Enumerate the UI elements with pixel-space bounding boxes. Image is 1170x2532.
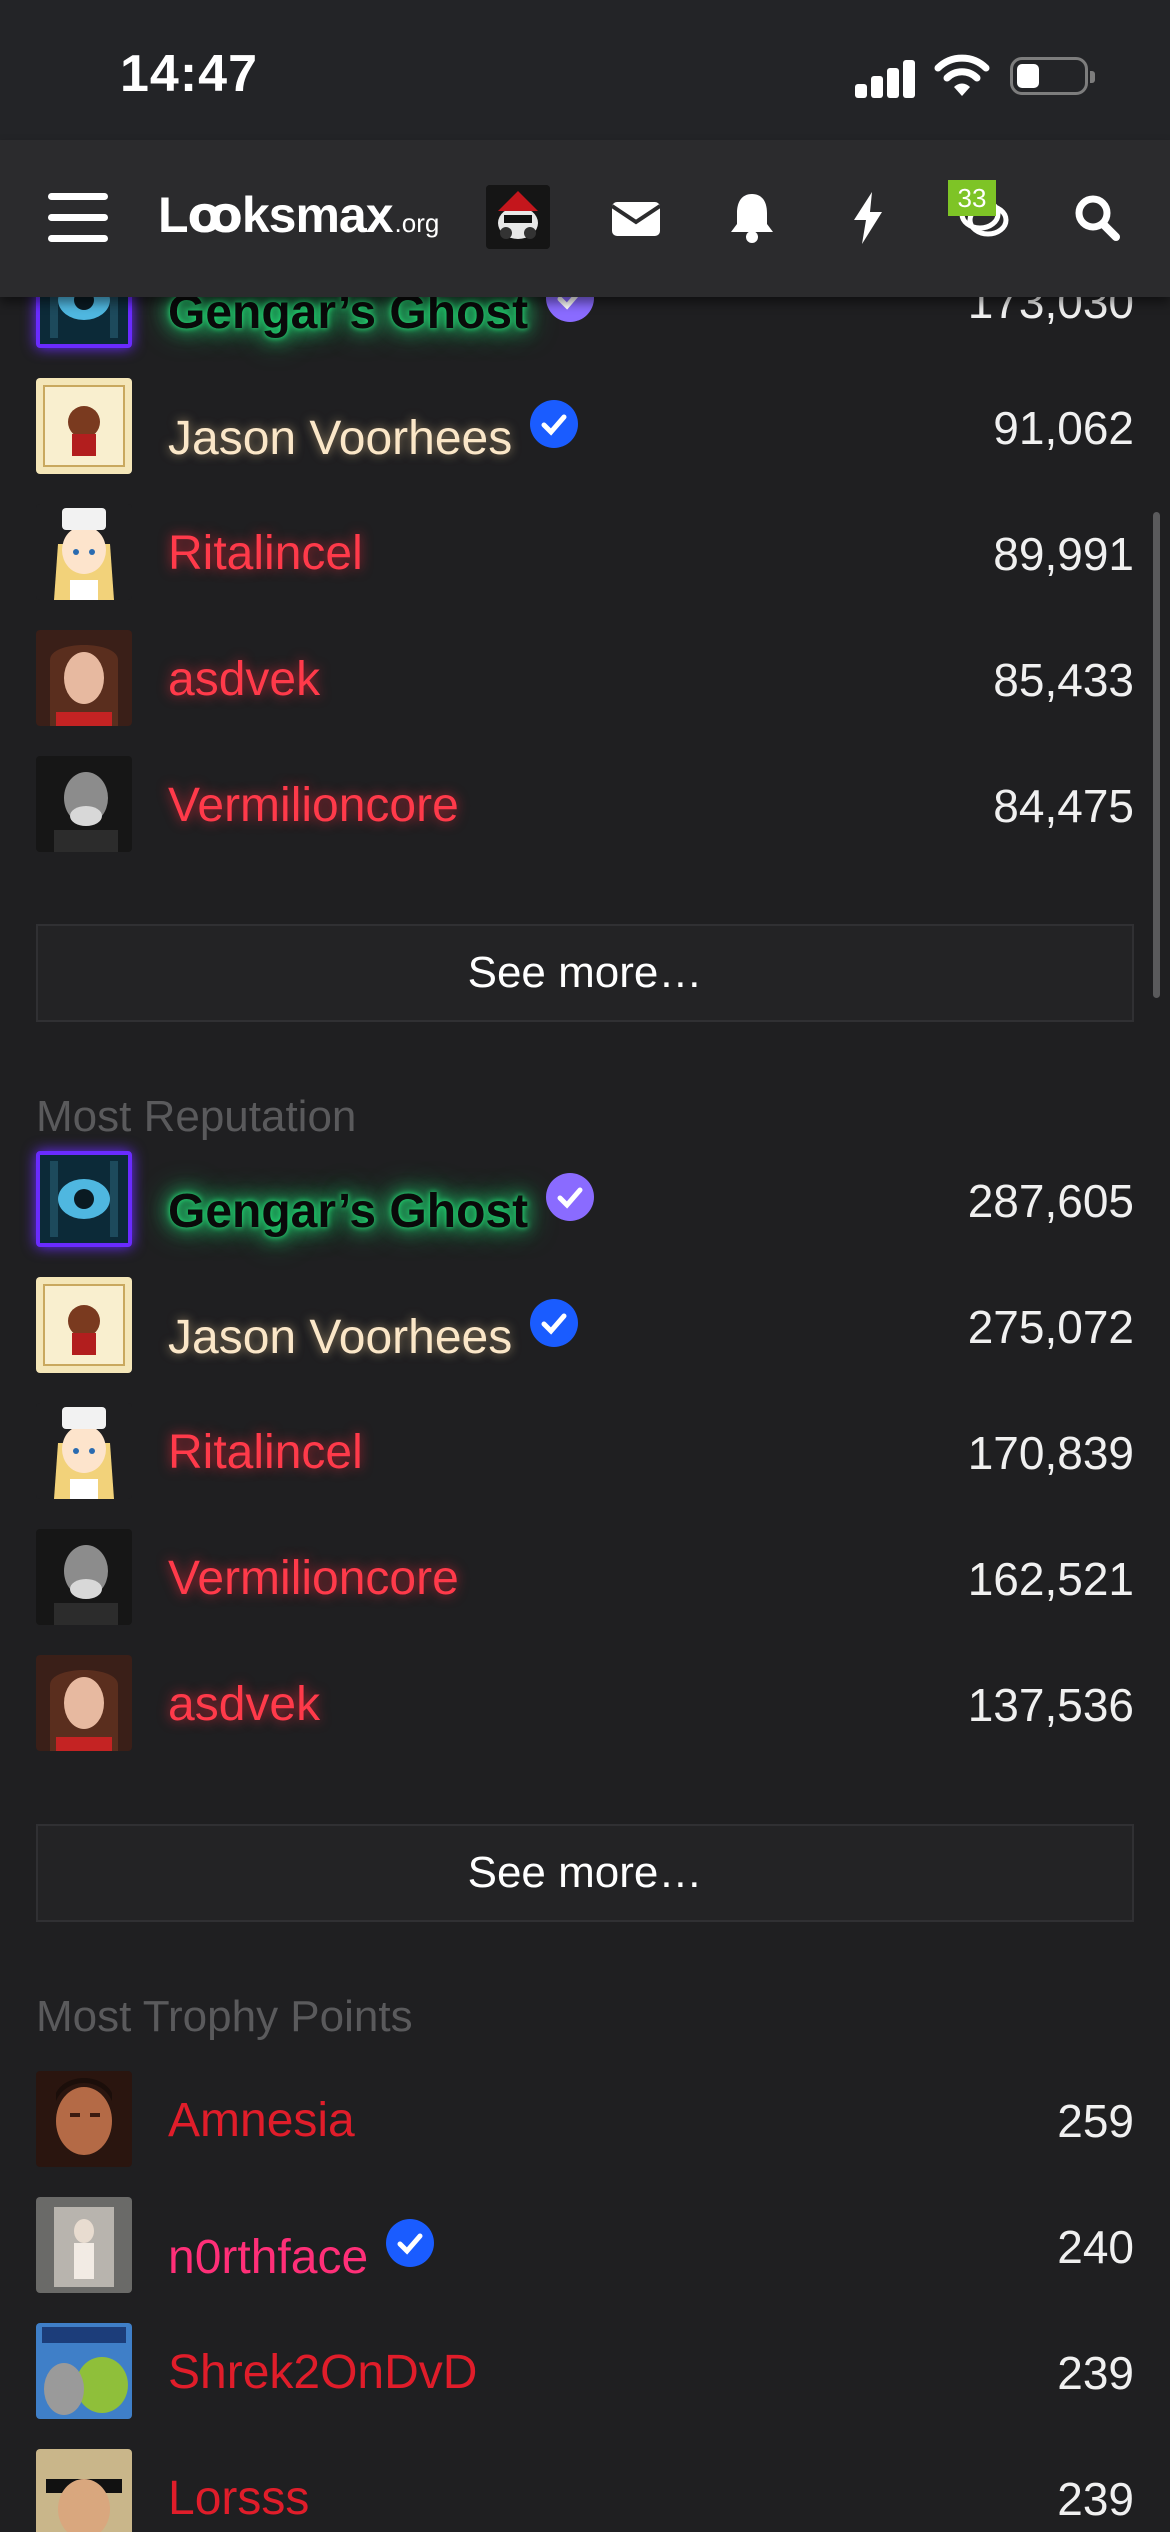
see-more-button[interactable]: See more… [36,924,1134,1022]
site-logo[interactable]: Lꝏksmax.org [158,186,439,250]
username-text: asdvek [168,1678,321,1731]
wifi-icon [934,52,990,98]
username-text: Ritalincel [168,1426,363,1479]
list-item[interactable]: Lorsss 239 [36,2431,1134,2532]
username[interactable]: Jason Voorhees [168,1299,579,1366]
avatar[interactable] [36,630,132,726]
username[interactable]: asdvek [168,652,320,708]
score: 170,839 [967,1427,1134,1479]
score: 239 [1057,2347,1134,2399]
list-item[interactable]: Ritalincel 170,839 [36,1385,1134,1511]
logo-text: Lꝏksmax [158,187,394,243]
verified-badge-icon [530,1299,579,1347]
list-item[interactable]: Vermilioncore 84,475 [36,738,1134,864]
username-text: Vermilioncore [168,1552,459,1605]
username-text: Amnesia [168,2094,355,2147]
account-avatar[interactable] [486,185,550,249]
username[interactable]: Lorsss [168,2471,309,2527]
score: 91,062 [993,402,1134,454]
avatar[interactable] [36,1529,132,1625]
status-time: 14:47 [120,45,258,103]
verified-badge-icon [546,1173,595,1221]
list-item[interactable]: Jason Voorhees 275,072 [36,1259,1134,1385]
score: 259 [1057,2095,1134,2147]
username[interactable]: Jason Voorhees [168,400,579,467]
username-text: Jason Voorhees [168,1311,513,1364]
status-bar: 14:47 [0,0,1170,140]
top-navbar: Lꝏksmax.org 33 [0,140,1170,297]
avatar[interactable] [36,1655,132,1751]
list-item[interactable]: n0rthface 240 [36,2179,1134,2305]
username[interactable]: Amnesia [168,2093,355,2149]
avatar[interactable] [36,1151,132,1247]
list-item[interactable]: Gengar’s Ghost 287,605 [36,1133,1134,1259]
avatar[interactable] [36,2449,132,2532]
username-text: asdvek [168,653,321,706]
score: 137,536 [967,1679,1134,1731]
score: 240 [1057,2221,1134,2273]
mail-icon[interactable] [606,186,666,248]
username-text: n0rthface [168,2231,369,2284]
hamburger-menu-icon[interactable] [48,193,108,243]
cellular-signal-icon [855,58,915,98]
username-text: Shrek2OnDvD [168,2346,478,2399]
username[interactable]: Gengar’s Ghost [168,1173,595,1240]
username-text: Jason Voorhees [168,412,513,465]
bell-icon[interactable] [722,186,782,248]
username[interactable]: Shrek2OnDvD [168,2345,477,2401]
username-text: Gengar’s Ghost [168,1185,529,1238]
verified-badge-icon [386,2219,435,2267]
list-item[interactable]: Amnesia 259 [36,2053,1134,2179]
username[interactable]: Vermilioncore [168,778,459,834]
list-item[interactable]: Jason Voorhees 91,062 [36,360,1134,486]
score: 162,521 [967,1553,1134,1605]
avatar[interactable] [36,756,132,852]
see-more-button[interactable]: See more… [36,1824,1134,1922]
battery-icon [1010,57,1095,95]
logo-tld: .org [394,208,440,238]
list-item[interactable]: Ritalincel 89,991 [36,486,1134,612]
username[interactable]: Vermilioncore [168,1551,459,1607]
username[interactable]: Ritalincel [168,526,363,582]
list-item[interactable]: Shrek2OnDvD 239 [36,2305,1134,2431]
avatar[interactable] [36,378,132,474]
username[interactable]: n0rthface [168,2219,435,2286]
score: 89,991 [993,528,1134,580]
username-text: Lorsss [168,2472,310,2525]
avatar[interactable] [36,1277,132,1373]
username[interactable]: Ritalincel [168,1425,363,1481]
scrollbar[interactable] [1153,512,1160,998]
avatar[interactable] [36,2071,132,2167]
list-item[interactable]: Vermilioncore 162,521 [36,1511,1134,1637]
lightning-icon[interactable] [838,186,898,248]
avatar[interactable] [36,504,132,600]
score: 239 [1057,2473,1134,2525]
score: 275,072 [967,1301,1134,1353]
avatar[interactable] [36,1403,132,1499]
chat-count-badge: 33 [948,180,996,216]
list-item[interactable]: asdvek 137,536 [36,1637,1134,1763]
score: 287,605 [967,1175,1134,1227]
screen: 14:47 Lꝏksmax.org 33 Gengar’s Ghost 173,… [0,0,1170,2532]
section-title-trophy: Most Trophy Points [36,1992,413,2041]
list-item[interactable]: asdvek 85,433 [36,612,1134,738]
username-text: Vermilioncore [168,779,459,832]
username[interactable]: asdvek [168,1677,320,1733]
verified-badge-icon [530,400,579,448]
score: 85,433 [993,654,1134,706]
avatar[interactable] [36,2197,132,2293]
avatar[interactable] [36,2323,132,2419]
score: 84,475 [993,780,1134,832]
search-icon[interactable] [1068,186,1128,248]
username-text: Ritalincel [168,527,363,580]
